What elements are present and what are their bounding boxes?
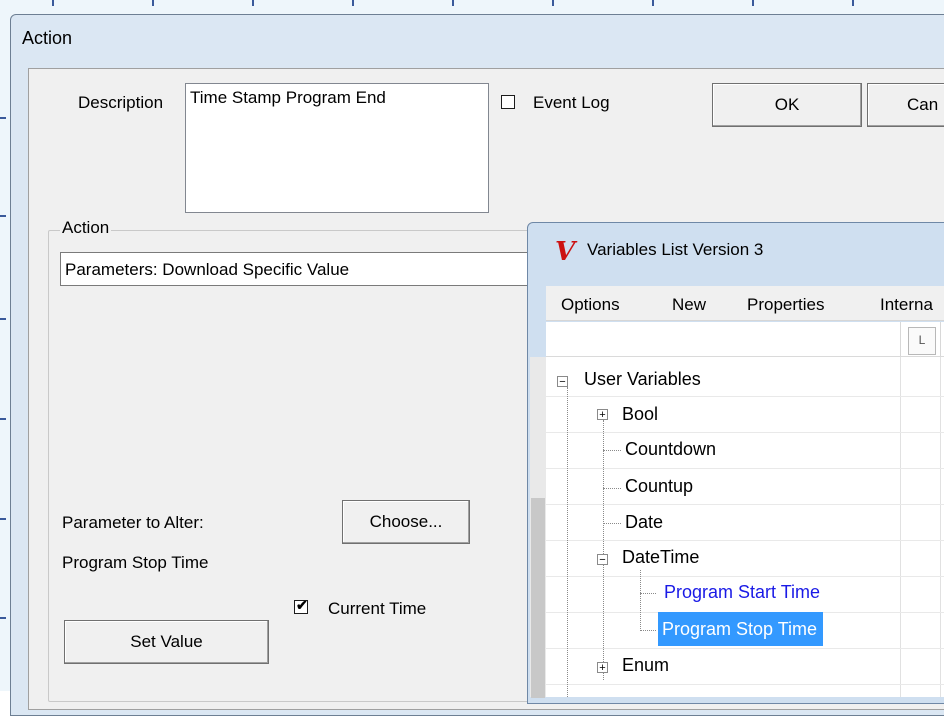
action-type-field[interactable]: Parameters: Download Specific Value [60,252,540,286]
ruler-tick [0,117,6,119]
tree-node-date[interactable]: Date [625,512,663,533]
ruler-tick [152,0,154,6]
menu-internal[interactable]: Interna [880,295,933,315]
event-log-label: Event Log [533,93,610,112]
tree-node-countup[interactable]: Countup [625,476,693,497]
tree-connector [640,630,656,631]
tree-node-program-start-time[interactable]: Program Start Time [664,582,820,603]
tree-connector [603,488,621,489]
v-logo-letter: V [555,237,578,266]
ruler-tick [0,617,6,619]
set-value-button[interactable]: Set Value [64,620,269,664]
action-group-label: Action [60,218,112,238]
ruler-tick [0,518,6,520]
tree-connector [603,420,604,680]
ruler-tick [352,0,354,6]
row-gridline [546,648,944,649]
ruler-tick [52,0,54,6]
tree-connector [603,450,621,451]
column-header-button[interactable]: L [908,327,936,355]
row-gridline [546,468,944,469]
tree-node-datetime[interactable]: DateTime [622,547,699,568]
collapse-icon[interactable]: − [597,554,608,566]
current-time-checkbox[interactable]: ✔ [294,597,308,614]
scrollbar-thumb[interactable] [531,498,545,698]
expand-icon[interactable]: + [597,662,608,674]
parameter-value: Program Stop Time [62,553,209,572]
column-gridline [940,357,941,697]
description-field[interactable]: Time Stamp Program End [185,83,489,213]
row-gridline [546,684,944,685]
ruler-tick [552,0,554,6]
ruler-tick [0,418,6,420]
choose-button[interactable]: Choose... [342,500,470,544]
ruler-tick [0,318,6,320]
parameter-to-alter-label: Parameter to Alter: [62,513,204,532]
tree-node-user-variables[interactable]: User Variables [584,369,701,390]
row-gridline [546,504,944,505]
ruler-tick [752,0,754,6]
current-time-label: Current Time [328,599,427,618]
ruler-tick [452,0,454,6]
description-label: Description [78,93,164,112]
checkmark-icon: ✔ [296,597,308,613]
tree-connector [567,387,568,697]
row-gridline [546,396,944,397]
tree-connector [640,570,641,631]
tree-column-header [546,322,944,357]
cancel-button[interactable]: Can [867,83,944,127]
tree-connector [603,523,621,524]
expand-icon[interactable]: + [597,409,608,421]
menu-properties[interactable]: Properties [747,295,824,315]
ruler-tick [652,0,654,6]
column-gridline [900,357,901,697]
ruler-tick [852,0,854,6]
row-gridline [546,540,944,541]
ruler-tick [252,0,254,6]
ok-button[interactable]: OK [712,83,862,127]
column-separator [900,322,901,356]
row-gridline [546,432,944,433]
event-log-checkbox[interactable] [501,95,515,109]
menu-options[interactable]: Options [561,295,620,315]
column-separator [940,322,941,356]
dialog-title: Action [22,28,73,48]
collapse-icon[interactable]: − [557,376,568,388]
tree-connector [640,593,656,594]
v-logo-icon: V [555,237,578,266]
tree-node-program-stop-time[interactable]: Program Stop Time [658,612,824,646]
row-gridline [546,576,944,577]
variables-tree [546,357,944,697]
ruler-tick [0,215,6,217]
tree-node-countdown[interactable]: Countdown [625,439,716,460]
tree-node-enum[interactable]: Enum [622,655,669,676]
tree-node-bool[interactable]: Bool [622,404,658,425]
variables-window-title: Variables List Version 3 [587,240,764,259]
menu-new[interactable]: New [672,295,706,315]
